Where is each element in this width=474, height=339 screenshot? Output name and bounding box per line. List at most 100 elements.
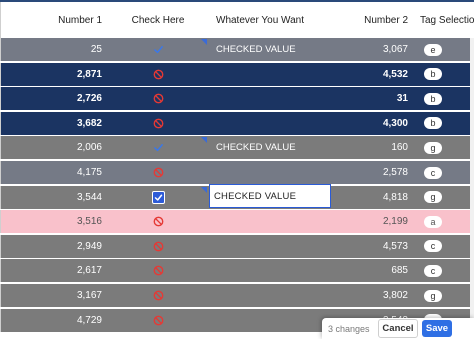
forbidden-icon[interactable] <box>153 69 164 80</box>
number1-cell[interactable]: 2,949 <box>5 235 106 258</box>
whatever-cell[interactable] <box>210 87 334 110</box>
column-header-whatever[interactable]: Whatever You Want <box>210 2 334 38</box>
number2-cell[interactable]: 31 <box>334 87 412 110</box>
table-row[interactable]: 3,516 2,199 a <box>0 210 474 236</box>
number2-cell[interactable]: 2,578 <box>334 161 412 184</box>
tag-cell[interactable]: b <box>412 112 474 135</box>
whatever-cell[interactable] <box>210 112 334 135</box>
number2-cell[interactable]: 4,532 <box>334 63 412 86</box>
check-cell[interactable] <box>106 161 210 184</box>
tag-badge: b <box>424 92 442 105</box>
column-header-check[interactable]: Check Here <box>106 2 210 38</box>
number2-cell[interactable]: 3,802 <box>334 284 412 307</box>
tag-cell[interactable]: g <box>412 284 474 307</box>
check-cell[interactable] <box>106 259 210 282</box>
column-header-tag[interactable]: Tag Selection <box>412 2 474 38</box>
tag-cell[interactable]: g <box>412 136 474 159</box>
check-cell[interactable] <box>106 186 210 209</box>
column-header-number2[interactable]: Number 2 <box>334 2 412 38</box>
forbidden-icon[interactable] <box>153 265 164 276</box>
checkbox-checked-icon[interactable] <box>151 190 165 204</box>
tag-cell[interactable]: b <box>412 87 474 110</box>
tag-cell[interactable]: c <box>412 259 474 282</box>
tag-cell[interactable]: c <box>412 235 474 258</box>
number2-cell[interactable]: 2,199 <box>334 210 412 233</box>
table-row[interactable]: 25 CHECKED VALUE 3,067 e <box>0 38 474 63</box>
check-cell[interactable] <box>106 38 210 61</box>
number1-cell[interactable]: 2,617 <box>5 259 106 282</box>
tag-cell[interactable]: b <box>412 63 474 86</box>
tag-cell[interactable]: a <box>412 210 474 233</box>
number1-cell[interactable]: 2,871 <box>5 63 106 86</box>
check-cell[interactable] <box>106 210 210 233</box>
table-row[interactable]: 2,617 685 c <box>0 259 474 285</box>
number2-cell[interactable]: 685 <box>334 259 412 282</box>
column-header-number1[interactable]: Number 1 <box>5 2 106 38</box>
tag-badge: g <box>424 191 442 204</box>
whatever-cell[interactable] <box>210 63 334 86</box>
save-button[interactable]: Save <box>422 320 452 337</box>
check-icon[interactable] <box>153 142 164 153</box>
whatever-cell[interactable] <box>210 309 334 332</box>
number1-cell[interactable]: 25 <box>5 38 106 61</box>
forbidden-icon[interactable] <box>153 93 164 104</box>
table-row[interactable]: 2,949 4,573 c <box>0 234 474 260</box>
edited-cell-marker <box>201 137 207 144</box>
tag-cell[interactable]: c <box>412 161 474 184</box>
whatever-cell[interactable] <box>210 235 334 258</box>
whatever-cell[interactable]: CHECKED VALUE <box>210 136 334 159</box>
number2-cell[interactable]: 4,300 <box>334 112 412 135</box>
forbidden-icon[interactable] <box>153 216 164 227</box>
cell-editor-input[interactable]: CHECKED VALUE <box>209 184 331 208</box>
forbidden-icon[interactable] <box>153 167 164 178</box>
tag-badge: e <box>424 43 442 56</box>
number1-cell[interactable]: 2,726 <box>5 87 106 110</box>
whatever-cell[interactable]: CHECKED VALUE <box>210 38 334 61</box>
number1-cell[interactable]: 3,544 <box>5 186 106 209</box>
table-row[interactable]: 2,871 4,532 b <box>0 62 474 88</box>
table-row[interactable]: 2,726 31 b <box>0 87 474 113</box>
tag-badge: a <box>424 215 442 228</box>
number1-cell[interactable]: 2,006 <box>5 136 106 159</box>
tag-badge: b <box>424 117 442 130</box>
tag-badge: b <box>424 68 442 81</box>
whatever-cell[interactable] <box>210 284 334 307</box>
forbidden-icon[interactable] <box>153 290 164 301</box>
forbidden-icon[interactable] <box>153 118 164 129</box>
number2-cell[interactable]: 3,067 <box>334 38 412 61</box>
whatever-cell[interactable] <box>210 161 334 184</box>
tag-badge: c <box>424 264 442 277</box>
tag-cell[interactable]: e <box>412 38 474 61</box>
number2-cell[interactable]: 4,818 <box>334 186 412 209</box>
number1-cell[interactable]: 3,682 <box>5 112 106 135</box>
whatever-cell[interactable] <box>210 259 334 282</box>
check-cell[interactable] <box>106 235 210 258</box>
table-row[interactable]: 4,175 2,578 c <box>0 161 474 186</box>
forbidden-icon[interactable] <box>153 315 164 326</box>
check-cell[interactable] <box>106 136 210 159</box>
number2-cell[interactable]: 4,573 <box>334 235 412 258</box>
number1-cell[interactable]: 3,516 <box>5 210 106 233</box>
check-cell[interactable] <box>106 309 210 332</box>
tag-badge: g <box>424 141 442 154</box>
number1-cell[interactable]: 4,729 <box>5 309 106 332</box>
tag-badge: g <box>424 289 442 302</box>
cancel-button[interactable]: Cancel <box>378 319 418 338</box>
number1-cell[interactable]: 4,175 <box>5 161 106 184</box>
check-cell[interactable] <box>106 87 210 110</box>
number1-cell[interactable]: 3,167 <box>5 284 106 307</box>
check-icon[interactable] <box>153 44 164 55</box>
table-row[interactable]: 3,167 3,802 g <box>0 284 474 309</box>
check-cell[interactable] <box>106 284 210 307</box>
vertical-scrollbar[interactable] <box>470 38 474 339</box>
check-cell[interactable] <box>106 112 210 135</box>
forbidden-icon[interactable] <box>153 241 164 252</box>
changes-count: 3 changes <box>328 323 370 334</box>
check-cell[interactable] <box>106 63 210 86</box>
table-row[interactable]: 2,006 CHECKED VALUE 160 g <box>0 136 474 162</box>
whatever-cell[interactable] <box>210 210 334 233</box>
tag-badge: c <box>424 166 442 179</box>
number2-cell[interactable]: 160 <box>334 136 412 159</box>
tag-cell[interactable]: g <box>412 186 474 209</box>
table-row[interactable]: 3,682 4,300 b <box>0 111 474 137</box>
